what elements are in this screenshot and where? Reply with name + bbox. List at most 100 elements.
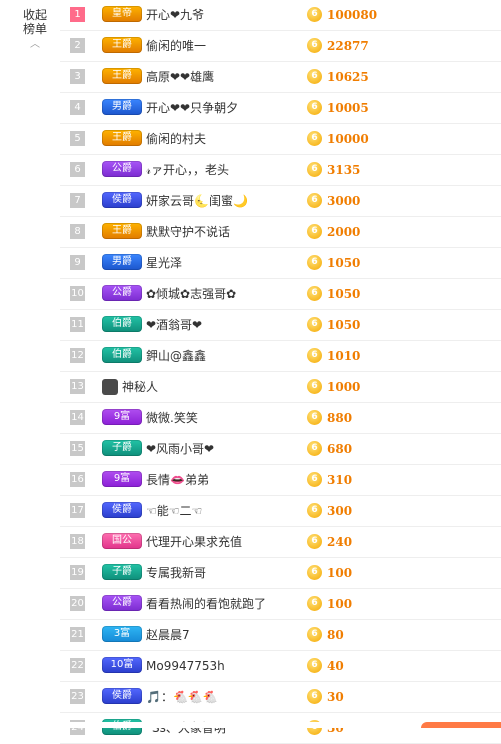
ranking-row[interactable]: 4 男爵 开心❤❤只争朝夕 6 10005 — [60, 93, 501, 124]
coin-icon: 6 — [307, 503, 322, 518]
ranking-row[interactable]: 20 公爵 看看热闹的看饱就跑了 6 100 — [60, 589, 501, 620]
rank-number: 7 — [70, 193, 85, 208]
rank-title-badge: 伯爵 — [102, 316, 142, 332]
rank-title-badge: 子爵 — [102, 564, 142, 580]
coin-icon: 6 — [307, 627, 322, 642]
rank-number: 3 — [70, 69, 85, 84]
user-name[interactable]: 开心❤❤只争朝夕 — [146, 93, 238, 123]
rank-number: 14 — [70, 410, 85, 425]
ranking-row[interactable]: 3 王爵 高原❤❤雄鹰 6 10625 — [60, 62, 501, 93]
rank-title-badge: 王爵 — [102, 68, 142, 84]
rank-number: 11 — [70, 317, 85, 332]
rank-title-badge: 男爵 — [102, 254, 142, 270]
collapse-ranking-button[interactable]: 收起榜单 ︿ — [20, 8, 50, 52]
contribution-score: 3000 — [327, 194, 361, 208]
footer-bar — [0, 722, 501, 728]
ranking-row[interactable]: 22 10富 Mo9947753h 6 40 — [60, 651, 501, 682]
contribution-score: 680 — [327, 442, 353, 456]
rank-number: 19 — [70, 565, 85, 580]
user-name[interactable]: `Ss、大象智明 — [146, 713, 226, 743]
rank-title-badge: 公爵 — [102, 595, 142, 611]
user-name[interactable]: Mo9947753h — [146, 651, 225, 681]
ranking-row[interactable]: 11 伯爵 ❤酒翁哥❤ 6 1050 — [60, 310, 501, 341]
rank-number: 1 — [70, 7, 85, 22]
ranking-row[interactable]: 5 王爵 偷闲的村夫 6 10000 — [60, 124, 501, 155]
rank-number: 18 — [70, 534, 85, 549]
user-name[interactable]: ✿倾城✿志强哥✿ — [146, 279, 236, 309]
ranking-row[interactable]: 2 王爵 偷闲的唯一 6 22877 — [60, 31, 501, 62]
user-name[interactable]: 鉀山@鑫鑫 — [146, 341, 206, 371]
rank-number: 17 — [70, 503, 85, 518]
user-name[interactable]: 默默守护不说话 — [146, 217, 230, 247]
rank-number: 20 — [70, 596, 85, 611]
ranking-row[interactable]: 1 皇帝 开心❤九爷 6 100080 — [60, 0, 501, 31]
contribution-score: 30 — [327, 721, 344, 735]
user-name[interactable]: 高原❤❤雄鹰 — [146, 62, 214, 92]
ranking-row[interactable]: 13 神秘人 6 1000 — [60, 372, 501, 403]
coin-icon: 6 — [307, 100, 322, 115]
coin-icon: 6 — [307, 379, 322, 394]
collapse-ranking-label: 收起榜单 — [22, 8, 47, 36]
contribution-score: 10005 — [327, 101, 369, 115]
ranking-row[interactable]: 23 侯爵 🎵：🐔🐔🐔 6 30 — [60, 682, 501, 713]
user-name[interactable]: 𝓇ァ开心，，老头 — [146, 155, 229, 185]
user-name[interactable]: 妍家云哥🌜闺蜜🌙 — [146, 186, 248, 216]
ranking-row[interactable]: 21 3富 赵晨晨7 6 80 — [60, 620, 501, 651]
contribution-score: 10625 — [327, 70, 369, 84]
rank-title-badge: 王爵 — [102, 37, 142, 53]
rank-title-badge: 伯爵 — [102, 347, 142, 363]
rank-number: 10 — [70, 286, 85, 301]
contribution-score: 40 — [327, 659, 344, 673]
ranking-row[interactable]: 24伯爵`Ss、大象智明630 — [60, 713, 501, 744]
ranking-row[interactable]: 10 公爵 ✿倾城✿志强哥✿ 6 1050 — [60, 279, 501, 310]
ranking-row[interactable]: 6 公爵 𝓇ァ开心，，老头 6 3135 — [60, 155, 501, 186]
ranking-row[interactable]: 19 子爵 专属我新哥 6 100 — [60, 558, 501, 589]
ranking-row[interactable]: 16 9富 長情👄弟弟 6 310 — [60, 465, 501, 496]
user-name[interactable]: 長情👄弟弟 — [146, 465, 209, 495]
rank-number: 9 — [70, 255, 85, 270]
contribution-score: 1000 — [327, 380, 361, 394]
ranking-row[interactable]: 14 9富 微微.笑笑 6 880 — [60, 403, 501, 434]
ranking-row[interactable]: 8 王爵 默默守护不说话 6 2000 — [60, 217, 501, 248]
rank-title-badge: 侯爵 — [102, 502, 142, 518]
user-name[interactable]: 专属我新哥 — [146, 558, 206, 588]
user-name[interactable]: ❤风雨小哥❤ — [146, 434, 214, 464]
user-name[interactable]: ❤酒翁哥❤ — [146, 310, 202, 340]
ranking-row[interactable]: 12 伯爵 鉀山@鑫鑫 6 1010 — [60, 341, 501, 372]
coin-icon: 6 — [307, 193, 322, 208]
coin-icon: 6 — [307, 162, 322, 177]
contribution-score: 80 — [327, 628, 344, 642]
ranking-row[interactable]: 15 子爵 ❤风雨小哥❤ 6 680 — [60, 434, 501, 465]
user-name[interactable]: 赵晨晨7 — [146, 620, 190, 650]
rank-title-badge: 公爵 — [102, 285, 142, 301]
coin-icon: 6 — [307, 565, 322, 580]
user-name[interactable]: 代理开心果求充值 — [146, 527, 242, 557]
rank-title-badge: 9富 — [102, 471, 142, 487]
user-name[interactable]: 神秘人 — [122, 372, 158, 402]
ranking-list: 1 皇帝 开心❤九爷 6 100080 2 王爵 偷闲的唯一 6 22877 3 王爵 高原❤❤雄鹰 6 1… — [60, 0, 501, 744]
user-name[interactable]: 微微.笑笑 — [146, 403, 198, 433]
coin-icon: 6 — [307, 224, 322, 239]
user-name[interactable]: 星光泽 — [146, 248, 182, 278]
coin-icon: 6 — [307, 658, 322, 673]
ranking-row[interactable]: 9 男爵 星光泽 6 1050 — [60, 248, 501, 279]
ranking-row[interactable]: 17 侯爵 ☜能☜二☜ 6 300 — [60, 496, 501, 527]
user-name[interactable]: 看看热闹的看饱就跑了 — [146, 589, 266, 619]
user-name[interactable]: 偷闲的村夫 — [146, 124, 206, 154]
rank-title-badge: 9富 — [102, 409, 142, 425]
user-name[interactable]: ☜能☜二☜ — [146, 496, 202, 526]
contribution-score: 1050 — [327, 287, 361, 301]
coin-icon: 6 — [307, 410, 322, 425]
footer-action-button[interactable] — [421, 722, 501, 728]
coin-icon: 6 — [307, 317, 322, 332]
ranking-row[interactable]: 7 侯爵 妍家云哥🌜闺蜜🌙 6 3000 — [60, 186, 501, 217]
rank-number: 15 — [70, 441, 85, 456]
user-name[interactable]: 偷闲的唯一 — [146, 31, 206, 61]
user-name[interactable]: 🎵：🐔🐔🐔 — [146, 682, 218, 712]
ranking-row[interactable]: 18 国公 代理开心果求充值 6 240 — [60, 527, 501, 558]
rank-title-badge: 男爵 — [102, 99, 142, 115]
coin-icon: 6 — [307, 131, 322, 146]
rank-title-badge: 3富 — [102, 626, 142, 642]
contribution-score: 10000 — [327, 132, 369, 146]
user-name[interactable]: 开心❤九爷 — [146, 0, 204, 30]
